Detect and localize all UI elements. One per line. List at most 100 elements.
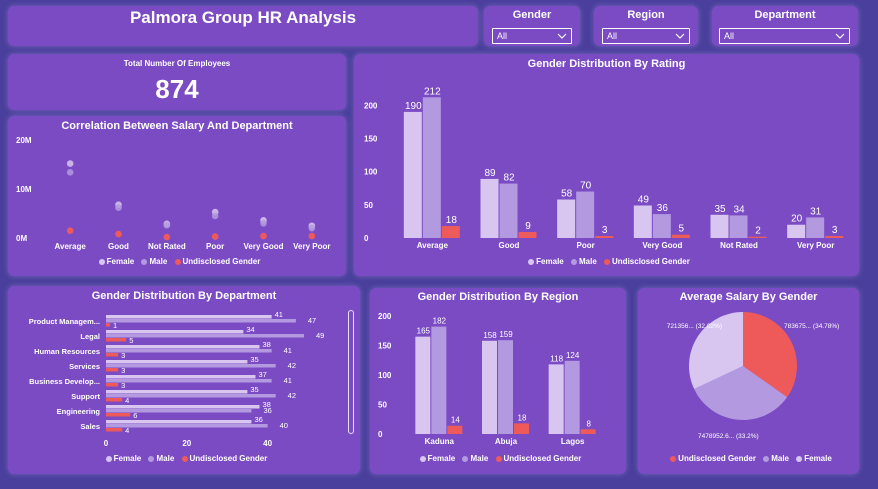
- y-tick-label: 200: [378, 312, 392, 321]
- bar: [106, 383, 119, 387]
- male-legend-dot: [462, 455, 469, 462]
- bar: [595, 236, 614, 238]
- x-tick-label: 20: [182, 439, 191, 448]
- legend-male: Male: [149, 257, 168, 266]
- bar: [482, 340, 497, 434]
- rating-bar-chart: 0 50 100 150 200 190212 18 Average 89 82 9 Good 58 70…: [364, 86, 844, 250]
- department-dropdown[interactable]: All: [719, 28, 850, 44]
- bar: [576, 191, 595, 238]
- bar: [564, 360, 580, 434]
- bar: [422, 97, 441, 239]
- scatter-point: [66, 160, 74, 167]
- data-label: 158: [483, 331, 497, 340]
- legend-undisclosed: Undisclosed Gender: [678, 454, 756, 463]
- y-tick-label: 50: [364, 201, 373, 210]
- department-bar-chart: Product Managem...41471Legal34495Human R…: [29, 310, 325, 448]
- legend-undisclosed: Undisclosed Gender: [189, 454, 268, 463]
- region-dropdown[interactable]: All: [602, 28, 690, 44]
- gender-dropdown-value: All: [497, 31, 508, 41]
- data-label: 190: [405, 101, 422, 112]
- bar: [415, 336, 431, 434]
- bar: [106, 390, 248, 394]
- bar: [806, 217, 825, 238]
- avg-salary-chart: Average Salary By Gender 783675... (34.7…: [638, 288, 859, 474]
- bar: [498, 340, 513, 434]
- x-tick-label: Very Poor: [797, 241, 834, 250]
- region-bar-chart: 0 50 100 150 200 165182 14 Kaduna 158 159 18 Abuja 1…: [378, 312, 596, 446]
- scatter-point: [260, 232, 267, 240]
- y-tick-label: 0: [378, 430, 383, 439]
- bar: [106, 428, 123, 432]
- data-label: 35: [250, 385, 258, 394]
- bar: [106, 315, 272, 319]
- female-legend-dot: [796, 455, 803, 462]
- bar: [106, 323, 111, 327]
- bar: [557, 199, 576, 238]
- data-label: 36: [263, 406, 271, 415]
- data-label: 47: [308, 316, 316, 325]
- data-label: 3: [832, 225, 838, 236]
- region-slicer: Region All: [594, 6, 698, 46]
- data-label: 165: [417, 327, 431, 336]
- scrollbar[interactable]: [348, 310, 354, 434]
- header-panel: Palmora Group HR Analysis: [8, 6, 478, 46]
- bar: [106, 338, 127, 342]
- y-tick-label: 50: [378, 401, 387, 410]
- x-tick-label: Abuja: [495, 437, 518, 446]
- undisclosed-legend-dot: [181, 455, 188, 462]
- data-label: 70: [580, 181, 592, 192]
- x-tick-label: Lagos: [561, 437, 585, 446]
- slice-label: 783675... (34.78%): [784, 323, 839, 330]
- bar: [106, 345, 260, 349]
- data-label: 3: [121, 351, 125, 360]
- data-label: 35: [714, 204, 726, 215]
- female-legend-dot: [528, 258, 535, 265]
- region-chart: Gender Distribution By Region 0 50 100 150 2…: [370, 288, 626, 474]
- category-label: Support: [71, 392, 100, 401]
- bar: [748, 236, 767, 238]
- y-tick-label: 20M: [16, 136, 32, 145]
- bar: [106, 368, 119, 372]
- gender-dropdown[interactable]: All: [492, 28, 572, 44]
- x-tick-label: 0: [104, 439, 109, 448]
- scatter-point: [308, 232, 316, 240]
- bar: [729, 215, 748, 238]
- kpi-value: 874: [155, 74, 199, 104]
- salary-department-chart: Correlation Between Salary And Departmen…: [8, 116, 346, 276]
- category-label: Product Managem...: [29, 317, 100, 326]
- department-chart: Gender Distribution By Department Produc…: [8, 286, 360, 474]
- data-label: 42: [288, 361, 296, 370]
- data-label: 3: [121, 366, 125, 375]
- female-legend-dot: [105, 455, 112, 462]
- bar: [106, 379, 272, 383]
- scatter-point: [115, 204, 122, 211]
- x-tick-label: Not Rated: [148, 242, 186, 251]
- data-label: 159: [499, 330, 513, 339]
- scatter-point: [308, 224, 316, 232]
- bar: [106, 349, 272, 353]
- data-label: 89: [484, 168, 496, 179]
- legend-female: Female: [427, 454, 456, 463]
- chart-legend: Undisclosed Gender Male Female: [638, 454, 859, 463]
- female-legend-dot: [419, 455, 426, 462]
- y-tick-label: 0: [364, 234, 369, 243]
- scatter-point: [66, 169, 74, 176]
- bar: [825, 236, 844, 238]
- data-label: 4: [125, 396, 129, 405]
- salary-pie-chart: 783675... (34.78%) 7478952.6... (33.2%) 72…: [667, 312, 839, 440]
- data-label: 49: [316, 331, 324, 340]
- region-dropdown-value: All: [607, 31, 618, 41]
- rating-chart: Gender Distribution By Rating 0 50 100 150 2…: [354, 54, 859, 276]
- bar: [106, 375, 256, 379]
- gender-slicer: Gender All: [484, 6, 580, 46]
- slice-label: 721356... (32.02%): [667, 323, 722, 330]
- female-legend-dot: [98, 258, 105, 265]
- data-label: 8: [586, 419, 591, 428]
- chevron-down-icon: [557, 33, 567, 39]
- chevron-down-icon: [835, 33, 845, 39]
- bar: [447, 425, 463, 434]
- male-legend-dot: [570, 258, 577, 265]
- legend-female: Female: [113, 454, 142, 463]
- data-label: 34: [733, 204, 745, 215]
- data-label: 182: [433, 317, 447, 326]
